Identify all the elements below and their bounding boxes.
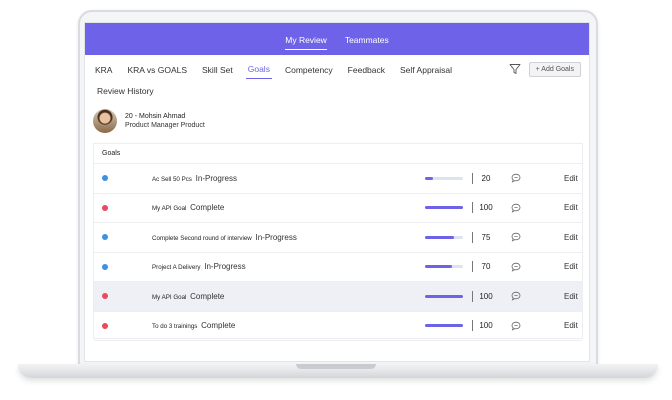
score-divider	[472, 172, 473, 184]
edit-link[interactable]: Edit	[564, 292, 578, 301]
status-dot	[102, 204, 108, 211]
goal-name: My API Goal	[152, 293, 187, 301]
status-dot	[102, 322, 108, 329]
goal-row: My API Goal Complete 100 Edit	[94, 282, 582, 312]
edit-link[interactable]: Edit	[564, 233, 578, 242]
score-divider	[472, 261, 473, 273]
goal-name: Complete Second round of interview	[152, 234, 252, 242]
nav-feedback[interactable]: Feedback	[346, 60, 387, 79]
goal-progress-fill	[425, 265, 452, 269]
goal-rows: Ac Sell 50 Pcs In-Progress 20 Edit My AP…	[94, 164, 582, 341]
score-divider	[472, 202, 473, 214]
goal-score: 100	[479, 203, 493, 213]
status-dot	[102, 234, 108, 241]
goal-status: In-Progress	[255, 232, 297, 242]
goal-progress-bar	[425, 294, 463, 298]
app-screen: My Review Teammates KRA KRA vs GOALS Ski…	[84, 22, 590, 362]
status-dot	[102, 175, 108, 182]
status-dot	[102, 293, 108, 300]
goals-table: Goals Ac Sell 50 Pcs In-Progress 20 Edit…	[93, 143, 583, 341]
goal-title: Project A Delivery In-Progress	[152, 262, 246, 271]
goal-score: 100	[479, 321, 493, 331]
add-goals-button[interactable]: + Add Goals	[528, 61, 581, 77]
goal-title: To do 3 trainings Complete	[152, 321, 235, 330]
user-info: 20 - Mohsin Ahmad Product Manager Produc…	[85, 105, 589, 137]
goal-progress-bar	[425, 235, 463, 239]
tab-my-review[interactable]: My Review	[285, 29, 327, 50]
edit-link[interactable]: Edit	[564, 203, 578, 212]
comment-icon[interactable]	[511, 173, 521, 183]
goal-row: To do 3 trainings Complete 100 Edit	[94, 312, 582, 341]
score-divider	[472, 231, 473, 243]
tab-teammates[interactable]: Teammates	[345, 29, 389, 49]
goal-score: 75	[481, 232, 491, 242]
edit-link[interactable]: Edit	[564, 262, 578, 271]
nav-goals[interactable]: Goals	[245, 59, 272, 79]
top-bar: My Review Teammates	[85, 23, 589, 55]
nav-review-history[interactable]: Review History	[97, 86, 154, 96]
review-nav-row-2: Review History	[85, 81, 589, 101]
goal-score: 100	[479, 291, 493, 301]
comment-icon[interactable]	[511, 262, 521, 272]
goal-name: To do 3 trainings	[152, 323, 198, 331]
goal-row: Complete Second round of interview In-Pr…	[94, 223, 582, 253]
laptop-notch	[296, 364, 376, 369]
goal-progress-fill	[425, 235, 454, 239]
goal-score: 20	[481, 173, 491, 183]
goal-row: Ac Sell 50 Pcs In-Progress 20 Edit	[94, 164, 582, 194]
avatar	[93, 109, 117, 133]
comment-icon[interactable]	[511, 203, 521, 213]
score-divider	[472, 320, 473, 332]
goal-title: Complete Second round of interview In-Pr…	[152, 233, 297, 242]
goal-name: My API Goal	[152, 205, 187, 213]
user-text: 20 - Mohsin Ahmad Product Manager Produc…	[125, 113, 205, 129]
goal-row: My API Goal Complete 100 Edit	[94, 194, 582, 223]
goal-name: Ac Sell 50 Pcs	[152, 175, 192, 183]
comment-icon[interactable]	[511, 232, 521, 242]
nav-self-appraisal[interactable]: Self Appraisal	[398, 60, 454, 79]
goal-status: Complete	[190, 203, 225, 213]
comment-icon[interactable]	[511, 321, 521, 331]
review-nav: KRA KRA vs GOALS Skill Set Goals Compete…	[85, 57, 589, 81]
nav-competency[interactable]: Competency	[283, 60, 335, 79]
goal-progress-fill	[425, 294, 463, 298]
goal-progress-fill	[425, 206, 463, 210]
goal-progress-bar	[425, 176, 463, 180]
nav-kra-vs-goals[interactable]: KRA vs GOALS	[125, 60, 189, 79]
score-divider	[472, 290, 473, 302]
user-role: Product Manager Product	[125, 122, 205, 129]
goal-progress-bar	[425, 265, 463, 269]
nav-skill-set[interactable]: Skill Set	[200, 60, 235, 79]
goal-status: Complete	[190, 291, 225, 301]
status-dot	[102, 263, 108, 270]
goal-title: Ac Sell 50 Pcs In-Progress	[152, 174, 237, 183]
goal-name: Project A Delivery	[152, 264, 201, 272]
goal-row: Project A Delivery In-Progress 70 Edit	[94, 253, 582, 282]
edit-link[interactable]: Edit	[564, 174, 578, 183]
goal-title: My API Goal Complete	[152, 292, 224, 301]
goal-status: In-Progress	[204, 262, 246, 272]
goal-status: In-Progress	[195, 173, 237, 183]
goal-progress-fill	[425, 176, 433, 180]
nav-kra[interactable]: KRA	[93, 60, 114, 79]
comment-icon[interactable]	[511, 291, 521, 301]
goal-score: 70	[481, 262, 491, 272]
goal-progress-fill	[425, 324, 463, 328]
user-name: 20 - Mohsin Ahmad	[125, 113, 186, 120]
goal-progress-bar	[425, 324, 463, 328]
goal-progress-bar	[425, 206, 463, 210]
filter-icon[interactable]	[509, 63, 521, 75]
goal-status: Complete	[201, 321, 236, 331]
goals-header: Goals	[94, 144, 582, 164]
goal-title: My API Goal Complete	[152, 203, 224, 212]
edit-link[interactable]: Edit	[564, 321, 578, 330]
